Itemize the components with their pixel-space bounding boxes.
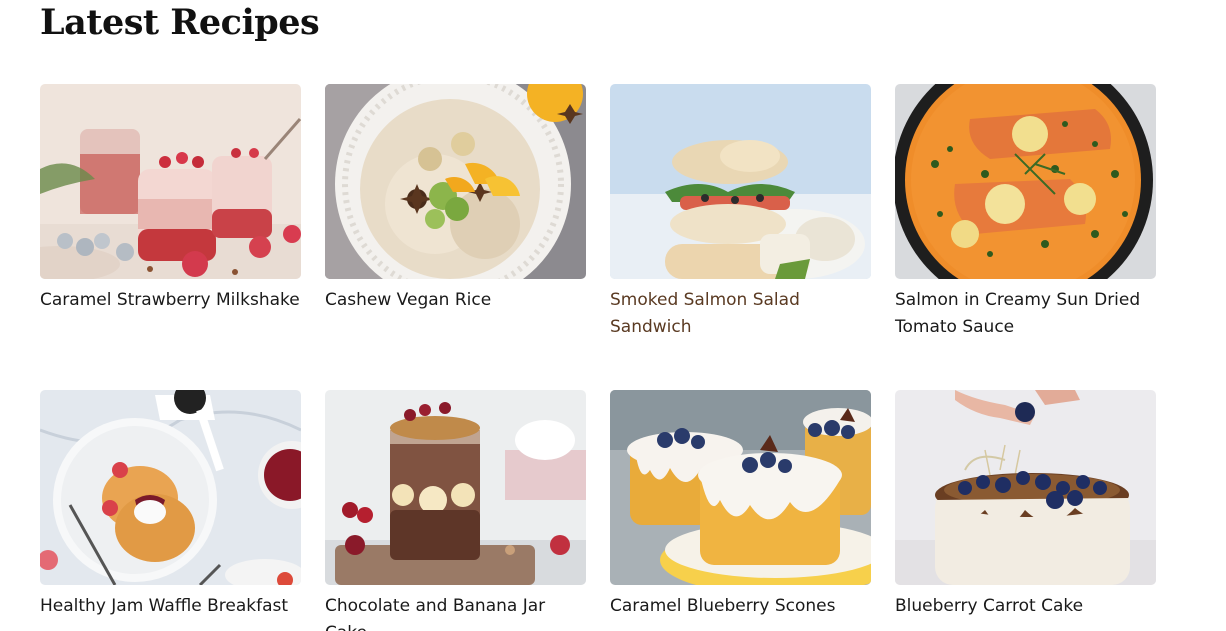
recipe-grid: Caramel Strawberry Milkshake Cashew Vega… [40, 84, 1156, 631]
recipe-card[interactable]: Caramel Blueberry Scones [610, 390, 871, 631]
recipe-title[interactable]: Healthy Jam Waffle Breakfast [40, 593, 301, 620]
recipe-title[interactable]: Caramel Blueberry Scones [610, 593, 871, 620]
recipe-image-salmon-pan[interactable] [895, 84, 1156, 279]
recipe-title[interactable]: Smoked Salmon Salad Sandwich [610, 287, 871, 341]
recipe-title[interactable]: Salmon in Creamy Sun Dried Tomato Sauce [895, 287, 1156, 341]
recipe-title[interactable]: Chocolate and Banana Jar Cake [325, 593, 586, 631]
section-title: Latest Recipes [40, 2, 320, 43]
recipe-card[interactable]: Salmon in Creamy Sun Dried Tomato Sauce [895, 84, 1156, 390]
recipe-title[interactable]: Cashew Vegan Rice [325, 287, 586, 314]
recipe-image-blueberry-scones[interactable] [610, 390, 871, 585]
recipe-image-carrot-cake[interactable] [895, 390, 1156, 585]
recipe-card[interactable]: Blueberry Carrot Cake [895, 390, 1156, 631]
recipe-title[interactable]: Blueberry Carrot Cake [895, 593, 1156, 620]
recipe-card[interactable]: Healthy Jam Waffle Breakfast [40, 390, 301, 631]
recipe-card[interactable]: Chocolate and Banana Jar Cake [325, 390, 586, 631]
recipe-card[interactable]: Caramel Strawberry Milkshake [40, 84, 301, 390]
recipe-image-salmon-sandwich[interactable] [610, 84, 871, 279]
recipe-card[interactable]: Cashew Vegan Rice [325, 84, 586, 390]
recipe-title[interactable]: Caramel Strawberry Milkshake [40, 287, 301, 314]
recipe-image-jam-waffle[interactable] [40, 390, 301, 585]
recipe-image-banana-jar-cake[interactable] [325, 390, 586, 585]
recipe-card[interactable]: Smoked Salmon Salad Sandwich [610, 84, 871, 390]
recipe-image-strawberry-milkshake[interactable] [40, 84, 301, 279]
recipe-image-cashew-rice[interactable] [325, 84, 586, 279]
